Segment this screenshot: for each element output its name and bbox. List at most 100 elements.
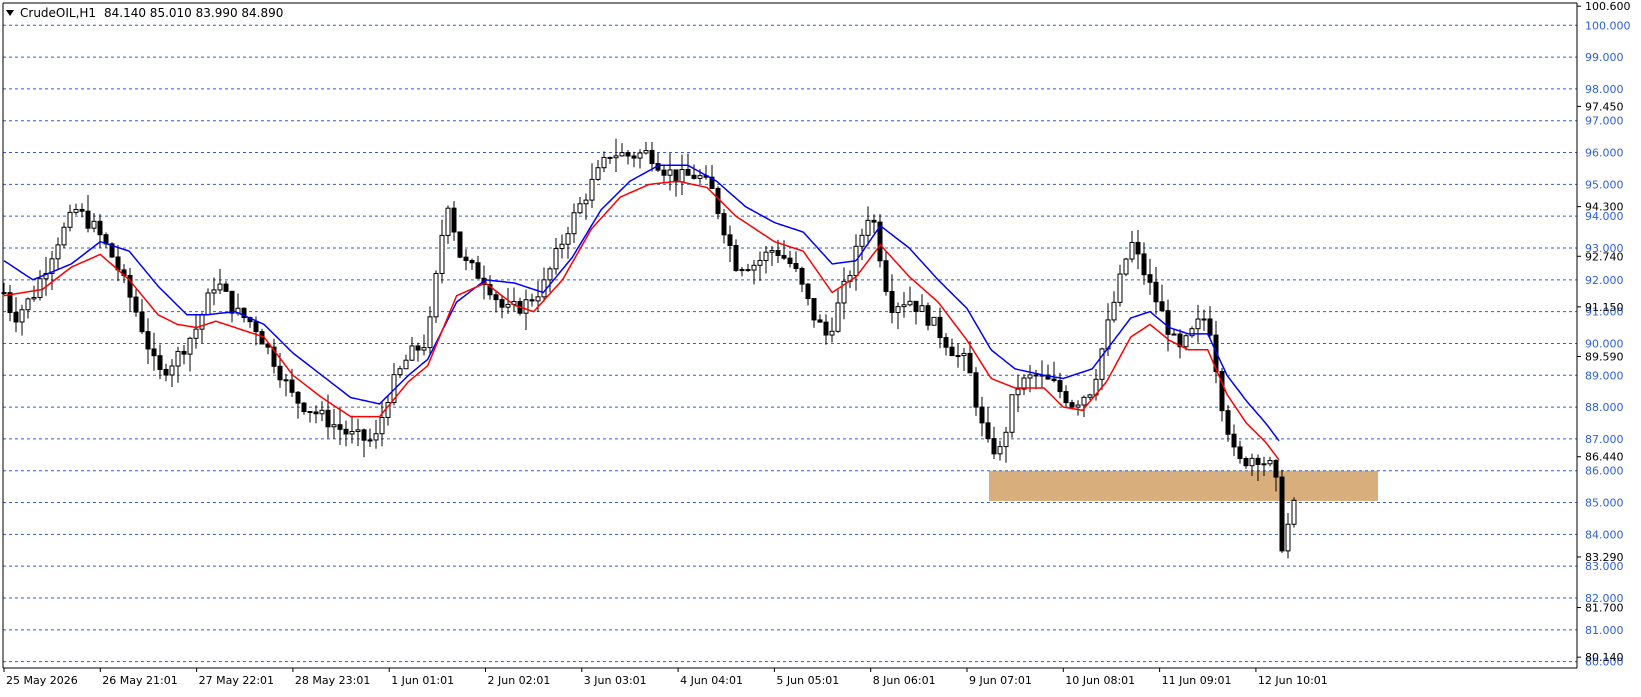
candle-body <box>349 431 355 435</box>
candle-body <box>463 256 469 262</box>
y-tick-label: 83.290 <box>1585 551 1624 564</box>
candle-body <box>811 298 817 321</box>
candle-body <box>163 368 169 376</box>
price-chart[interactable]: 100.000 99.000 98.000 97.000 96.000 95.000 94.… <box>0 0 1641 693</box>
candle-body <box>1231 433 1237 448</box>
candle[interactable] <box>1009 394 1015 438</box>
x-tick-label: 26 May 21:01 <box>102 674 177 687</box>
candle-body <box>769 250 775 253</box>
candle-body <box>967 352 973 374</box>
candle-body <box>19 309 25 323</box>
candle-body <box>145 331 151 350</box>
candle-body <box>553 248 559 270</box>
level-label: 88.000 <box>1585 401 1624 414</box>
candle-body <box>1219 371 1225 412</box>
candle-body <box>949 346 955 357</box>
candle-body <box>61 226 67 246</box>
candle-body <box>613 155 619 159</box>
candle-body <box>1051 378 1057 382</box>
candle[interactable] <box>877 214 883 268</box>
candle-body <box>445 207 451 236</box>
x-tick-label: 4 Jun 04:01 <box>680 674 743 687</box>
x-tick-label: 1 Jun 01:01 <box>391 674 454 687</box>
candle-body <box>955 355 961 358</box>
candle-body <box>547 268 553 281</box>
candle[interactable] <box>1279 469 1285 553</box>
candle-body <box>91 220 97 229</box>
candle-body <box>217 283 223 291</box>
candle-body <box>1111 301 1117 321</box>
candle-body <box>991 438 997 455</box>
candle-body <box>1159 301 1165 312</box>
candle-body <box>763 251 769 262</box>
candle-body <box>1075 404 1081 408</box>
candle-body <box>733 245 739 271</box>
candle-body <box>223 283 229 292</box>
candle-body <box>403 359 409 370</box>
candle-body <box>859 234 865 247</box>
candle-body <box>25 298 31 311</box>
candle-body <box>397 368 403 376</box>
candle-body <box>1291 499 1297 525</box>
candle-body <box>685 168 691 176</box>
candle-body <box>697 175 703 179</box>
candle-body <box>835 302 841 332</box>
x-tick-label: 8 Jun 06:01 <box>873 674 936 687</box>
x-tick-label: 9 Jun 07:01 <box>969 674 1032 687</box>
candle-body <box>895 306 901 313</box>
candle-body <box>229 290 235 314</box>
candle-body <box>1033 374 1039 377</box>
candle-body <box>1015 388 1021 396</box>
candle-body <box>529 299 535 302</box>
candle-body <box>361 429 367 441</box>
candle-body <box>13 311 19 323</box>
candle[interactable] <box>1291 497 1297 528</box>
candle-body <box>739 269 745 272</box>
candle-body <box>535 296 541 302</box>
candle-body <box>1273 460 1279 478</box>
candle-body <box>1123 258 1129 275</box>
candle-body <box>973 372 979 408</box>
candle-body <box>727 234 733 247</box>
candle-body <box>1171 333 1177 336</box>
level-label: 98.000 <box>1585 83 1624 96</box>
y-tick-label: 92.740 <box>1585 250 1624 263</box>
candle-body <box>565 233 571 245</box>
candle-body <box>583 199 589 205</box>
y-tick-label: 100.600 <box>1585 0 1631 13</box>
y-tick-label: 97.450 <box>1585 100 1624 113</box>
candle-body <box>427 316 433 349</box>
candle[interactable] <box>457 231 463 259</box>
symbol-label: CrudeOIL,H1 <box>20 6 96 20</box>
candle-body <box>421 347 427 351</box>
candle-body <box>985 422 991 440</box>
x-tick-label: 2 Jun 02:01 <box>488 674 551 687</box>
candle[interactable] <box>1123 257 1129 277</box>
candle-body <box>505 303 511 308</box>
candle-body <box>277 365 283 381</box>
y-tick-label: 86.440 <box>1585 451 1624 464</box>
candle[interactable] <box>433 270 439 323</box>
x-tick-label: 25 May 2026 <box>6 674 78 687</box>
candle-body <box>1027 374 1033 379</box>
candle-body <box>1057 380 1063 393</box>
candle-body <box>907 300 913 306</box>
candle-body <box>901 304 907 308</box>
candle-body <box>1201 318 1207 321</box>
candle-body <box>961 352 967 357</box>
candle-body <box>745 269 751 272</box>
candle-body <box>151 348 157 357</box>
candle-body <box>295 391 301 404</box>
level-label: 85.000 <box>1585 497 1624 510</box>
candle-body <box>601 156 607 169</box>
y-tick-label: 89.590 <box>1585 351 1624 364</box>
candle-body <box>289 379 295 393</box>
level-label: 92.000 <box>1585 274 1624 287</box>
candle-body <box>931 316 937 326</box>
candle-body <box>589 178 595 201</box>
candle-body <box>667 169 673 176</box>
support-zone[interactable] <box>989 470 1378 501</box>
candle[interactable] <box>931 316 937 326</box>
candle-body <box>673 169 679 183</box>
ohlc-label: 84.140 85.010 83.990 84.890 <box>104 6 283 20</box>
